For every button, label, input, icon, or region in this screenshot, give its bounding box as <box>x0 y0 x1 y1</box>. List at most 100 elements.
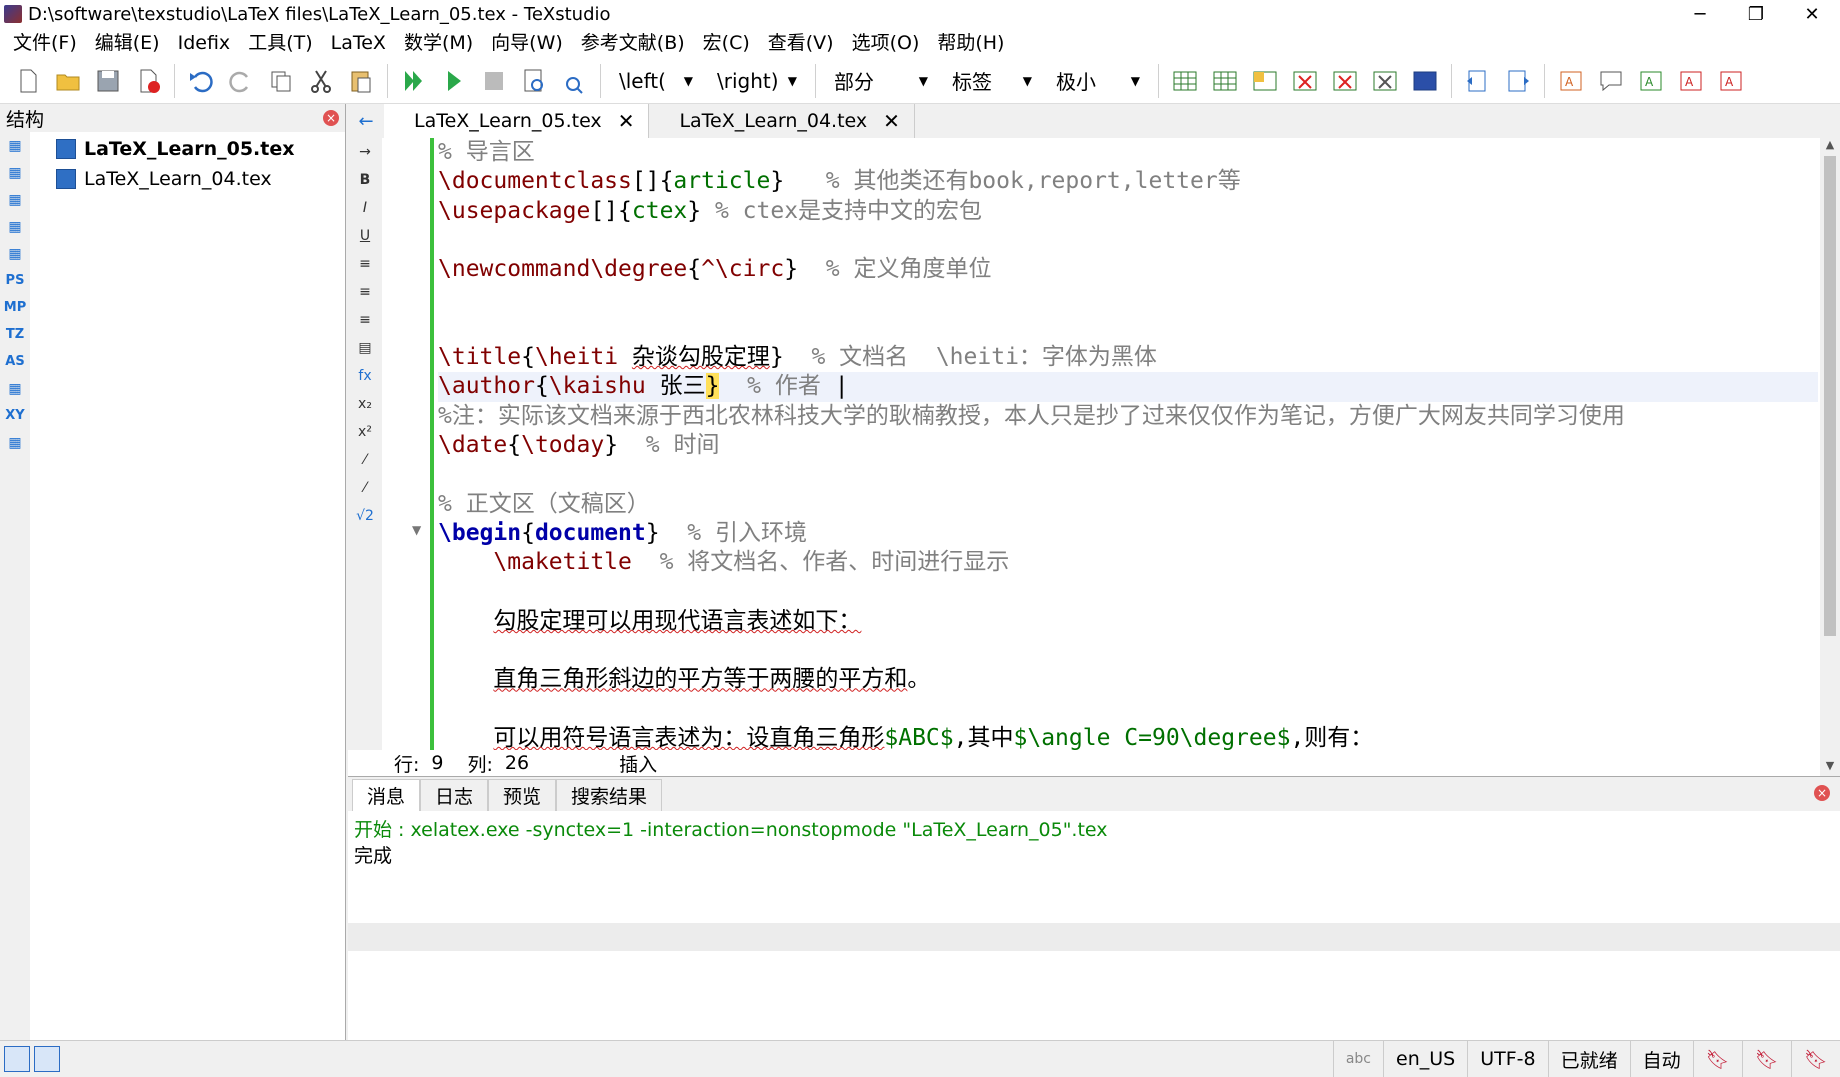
code-line[interactable]: 直角三角形斜边的平方等于两腰的平方和。 <box>438 665 1818 694</box>
copy-icon[interactable] <box>263 63 299 99</box>
cut-icon[interactable] <box>303 63 339 99</box>
menu-item-3[interactable]: 工具(T) <box>239 28 321 58</box>
table-delete-row-icon[interactable] <box>1287 63 1323 99</box>
restore-button[interactable]: ❐ <box>1728 0 1784 28</box>
code-line[interactable]: \maketitle % 将文档名、作者、时间进行显示 <box>438 548 1818 577</box>
code-line[interactable]: \usepackage[]{ctex} % ctex是支持中文的宏包 <box>438 197 1818 226</box>
menu-item-7[interactable]: 参考文献(B) <box>572 28 694 58</box>
message-tab-0[interactable]: 消息 <box>352 779 421 811</box>
tree-item[interactable]: LaTeX_Learn_05.tex <box>56 134 295 164</box>
menu-item-10[interactable]: 选项(O) <box>843 28 929 58</box>
menu-item-1[interactable]: 编辑(E) <box>86 28 169 58</box>
auto-mode[interactable]: 自动 <box>1629 1041 1693 1077</box>
code-line[interactable] <box>438 284 1818 313</box>
save-icon[interactable] <box>90 63 126 99</box>
compile-icon[interactable] <box>436 63 472 99</box>
edit-mode[interactable]: 插入 <box>619 750 657 777</box>
format-tool-13[interactable]: √2 <box>348 502 382 530</box>
code-line[interactable] <box>438 577 1818 606</box>
menu-item-4[interactable]: LaTeX <box>322 28 395 58</box>
side-tool-1[interactable]: ▦ <box>0 159 30 186</box>
toolbar-combo-2[interactable]: 部分 ▼ <box>826 64 936 98</box>
message-tab-2[interactable]: 预览 <box>488 779 557 811</box>
menu-item-9[interactable]: 查看(V) <box>759 28 843 58</box>
code-line[interactable]: \title{\heiti 杂谈勾股定理} % 文档名 \heiti：字体为黑体 <box>438 343 1818 372</box>
format-tool-5[interactable]: ≡ <box>348 278 382 306</box>
message-tab-3[interactable]: 搜索结果 <box>556 779 663 811</box>
close-tab-icon[interactable]: ✕ <box>883 109 900 133</box>
code-line[interactable] <box>438 695 1818 724</box>
format-tool-6[interactable]: ≡ <box>348 306 382 334</box>
bookmark-next-icon[interactable]: 🔖︎ <box>1790 1041 1840 1077</box>
bookmark-prev-icon[interactable]: 🔖︎ <box>1741 1041 1791 1077</box>
format-tool-2[interactable]: I <box>348 194 382 222</box>
scroll-thumb[interactable] <box>1824 156 1836 636</box>
close-panel-icon[interactable]: × <box>323 110 339 126</box>
format-tool-9[interactable]: x₂ <box>348 390 382 418</box>
table-icon[interactable] <box>1167 63 1203 99</box>
new-file-icon[interactable] <box>10 63 46 99</box>
format-tool-12[interactable]: ⁄ <box>348 474 382 502</box>
menu-item-0[interactable]: 文件(F) <box>4 28 86 58</box>
toolbar-combo-3[interactable]: 标签 ▼ <box>944 64 1040 98</box>
toolbar-combo-4[interactable]: 极小 ▼ <box>1048 64 1148 98</box>
scroll-down-icon[interactable]: ▼ <box>1820 759 1840 775</box>
code-line[interactable] <box>438 226 1818 255</box>
menu-item-2[interactable]: Idefix <box>169 28 240 58</box>
spellcheck-icon[interactable]: abc <box>1332 1041 1383 1077</box>
code-line[interactable]: % 导言区 <box>438 138 1818 167</box>
view-log-icon[interactable] <box>556 63 592 99</box>
side-tool-8[interactable]: AS <box>0 348 30 375</box>
format-tool-0[interactable]: → <box>348 138 382 166</box>
align-right-icon[interactable] <box>1500 63 1536 99</box>
close-button[interactable]: ✕ <box>1784 0 1840 28</box>
menu-item-6[interactable]: 向导(W) <box>482 28 572 58</box>
comment-icon[interactable] <box>1593 63 1629 99</box>
code-line[interactable] <box>438 314 1818 343</box>
redo-icon[interactable] <box>223 63 259 99</box>
open-folder-icon[interactable] <box>50 63 86 99</box>
text-box-icon[interactable]: A <box>1553 63 1589 99</box>
format-tool-1[interactable]: B <box>348 166 382 194</box>
code-line[interactable]: \newcommand\degree{^\circ} % 定义角度单位 <box>438 255 1818 284</box>
encoding-selector[interactable]: UTF-8 <box>1467 1041 1547 1077</box>
menu-item-11[interactable]: 帮助(H) <box>928 28 1013 58</box>
side-tool-6[interactable]: MP <box>0 294 30 321</box>
message-tab-1[interactable]: 日志 <box>420 779 489 811</box>
scroll-up-icon[interactable]: ▲ <box>1820 138 1840 154</box>
format-tool-7[interactable]: ▤ <box>348 334 382 362</box>
build-view-icon[interactable] <box>396 63 432 99</box>
side-tool-7[interactable]: TZ <box>0 321 30 348</box>
code-editor[interactable]: ▼ % 导言区 \documentclass[]{article} % 其他类还有… <box>382 138 1820 750</box>
tab-0[interactable]: LaTeX_Learn_05.tex ✕ <box>384 104 650 138</box>
toolbar-combo-0[interactable]: \left(▼ <box>611 64 701 98</box>
menu-item-5[interactable]: 数学(M) <box>395 28 482 58</box>
code-line[interactable]: %注：实际该文档来源于西北农林科技大学的耿楠教授，本人只是抄了过来仅仅作为笔记，… <box>438 402 1818 431</box>
toggle-structure-button[interactable] <box>4 1045 30 1072</box>
format-tool-4[interactable]: ≡ <box>348 250 382 278</box>
editor-scrollbar[interactable]: ▲ ▼ <box>1820 138 1840 775</box>
code-line[interactable]: 可以用符号语言表述为：设直角三角形$ABC$,其中$\angle C=90\de… <box>438 724 1818 750</box>
close-file-icon[interactable] <box>130 63 166 99</box>
menu-item-8[interactable]: 宏(C) <box>694 28 759 58</box>
table-add-row-icon[interactable] <box>1247 63 1283 99</box>
side-tool-0[interactable]: ▦ <box>0 132 30 159</box>
code-line[interactable]: \author{\kaishu 张三} % 作者 | <box>438 372 1818 402</box>
close-messages-icon[interactable]: × <box>1814 785 1830 801</box>
bookmark-icon[interactable]: 🔖︎ <box>1692 1041 1742 1077</box>
language-selector[interactable]: en_US <box>1383 1041 1467 1077</box>
paste-icon[interactable] <box>343 63 379 99</box>
table-add-column-icon[interactable] <box>1207 63 1243 99</box>
code-line[interactable]: \date{\today} % 时间 <box>438 431 1818 460</box>
code-line[interactable] <box>438 636 1818 665</box>
fold-chevron-down-icon[interactable]: ▼ <box>412 523 421 537</box>
text-green-icon[interactable]: A <box>1633 63 1669 99</box>
toolbar-combo-1[interactable]: \right) ▼ <box>709 64 805 98</box>
align-left-icon[interactable] <box>1460 63 1496 99</box>
tree-item[interactable]: LaTeX_Learn_04.tex <box>56 164 295 194</box>
view-pdf-icon[interactable] <box>516 63 552 99</box>
code-line[interactable] <box>438 460 1818 489</box>
side-tool-10[interactable]: XY <box>0 402 30 429</box>
table-cut-icon[interactable] <box>1367 63 1403 99</box>
format-tool-8[interactable]: fx <box>348 362 382 390</box>
